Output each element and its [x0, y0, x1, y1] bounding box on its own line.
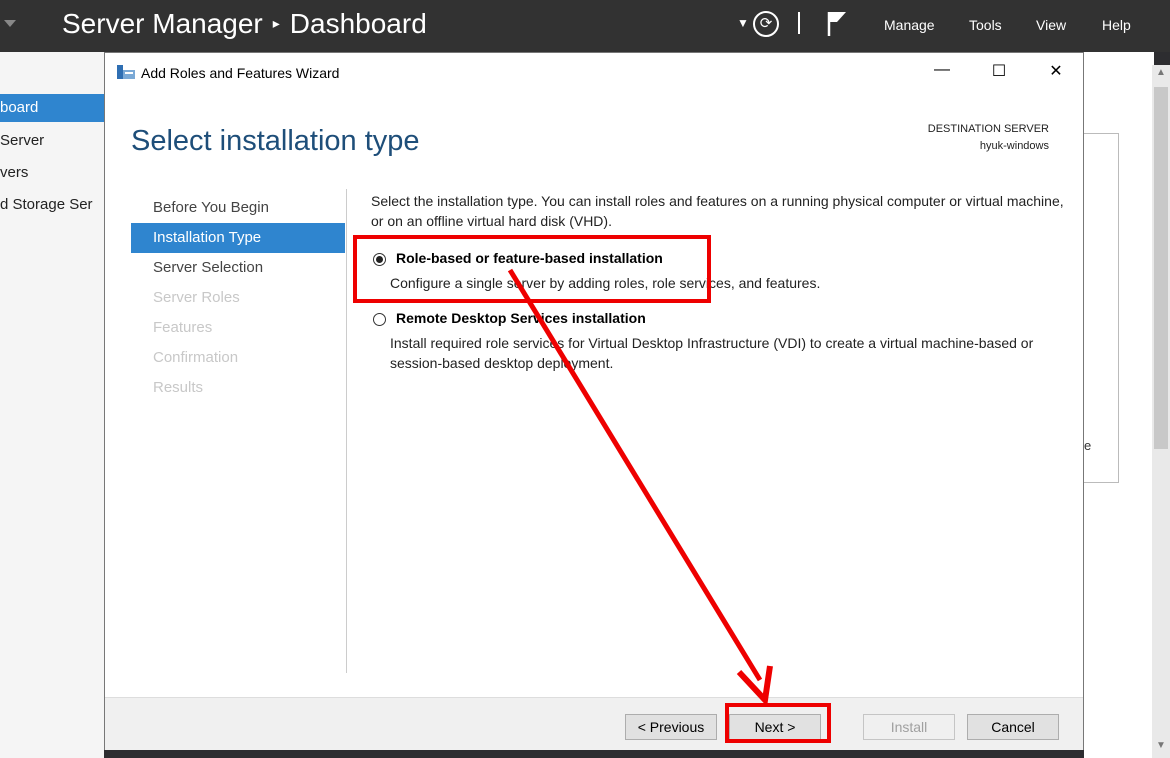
annotation-arrow [507, 268, 773, 707]
arrow-line [507, 268, 763, 682]
